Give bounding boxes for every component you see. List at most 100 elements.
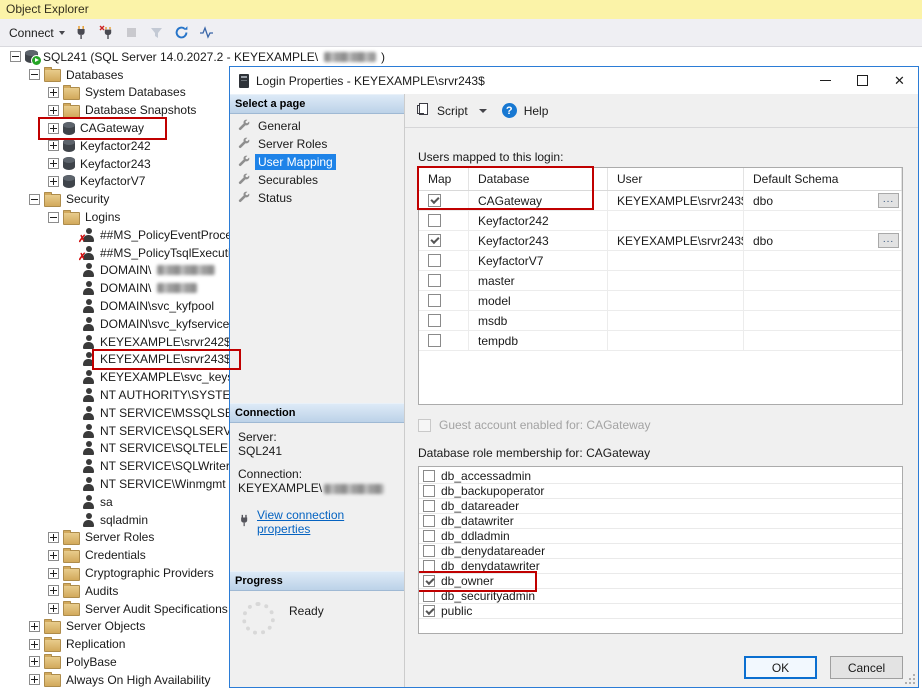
wrench-icon — [237, 154, 250, 170]
folder-icon — [63, 550, 80, 563]
map-checkbox[interactable] — [428, 194, 441, 207]
map-cell — [419, 291, 469, 310]
activity-monitor-icon[interactable] — [199, 25, 215, 41]
tree-item-label: sa — [99, 495, 113, 509]
tree-expander-plus-icon[interactable] — [48, 603, 59, 614]
tree-expander-plus-icon[interactable] — [48, 87, 59, 98]
page-item-label: Securables — [255, 172, 321, 188]
role-checkbox[interactable] — [423, 590, 435, 602]
red-x-icon: ✗ — [78, 235, 86, 245]
help-button[interactable]: Help — [524, 104, 549, 118]
default-schema-cell — [744, 251, 902, 270]
tree-expander-plus-icon[interactable] — [48, 550, 59, 561]
script-button[interactable]: Script — [437, 104, 468, 118]
view-connection-properties-link[interactable]: View connection properties — [257, 508, 400, 536]
tree-expander-minus-icon[interactable] — [48, 212, 59, 223]
tree-expander-plus-icon[interactable] — [29, 621, 40, 632]
disconnect-plug-icon[interactable] — [99, 25, 115, 41]
tree-expander-plus-icon[interactable] — [29, 674, 40, 685]
ok-button[interactable]: OK — [744, 656, 817, 679]
db-icon — [63, 157, 75, 170]
user-x-icon: ✗ — [82, 246, 95, 260]
cancel-button[interactable]: Cancel — [830, 656, 903, 679]
map-cell — [419, 331, 469, 350]
page-item-securables[interactable]: Securables — [230, 171, 404, 189]
role-checkbox[interactable] — [423, 470, 435, 482]
map-checkbox[interactable] — [428, 234, 441, 247]
map-checkbox[interactable] — [428, 314, 441, 327]
connect-plug-icon[interactable] — [74, 25, 90, 41]
folder-icon — [63, 603, 80, 616]
connect-button[interactable]: Connect — [9, 26, 65, 40]
dialog-titlebar[interactable]: Login Properties - KEYEXAMPLE\srvr243$ ✕ — [230, 67, 918, 94]
tree-expander-plus-icon[interactable] — [48, 158, 59, 169]
tree-item-sql241-sql-server-14-0-2027-2-keyexample[interactable]: SQL241 (SQL Server 14.0.2027.2 - KEYEXAM… — [0, 48, 922, 66]
close-button[interactable]: ✕ — [881, 67, 918, 94]
role-name: db_denydatareader — [441, 544, 545, 558]
role-checkbox[interactable] — [423, 605, 435, 617]
connection-properties-icon — [238, 514, 251, 530]
tree-expander-minus-icon[interactable] — [29, 194, 40, 205]
map-checkbox[interactable] — [428, 294, 441, 307]
tree-item-label: KEYEXAMPLE\srvr242$ — [99, 335, 231, 349]
page-item-server-roles[interactable]: Server Roles — [230, 135, 404, 153]
role-item-db-owner: db_owner — [419, 574, 902, 589]
tree-expander-plus-icon[interactable] — [48, 176, 59, 187]
minimize-button[interactable] — [807, 67, 844, 94]
tree-expander-plus-icon[interactable] — [48, 585, 59, 596]
role-checkbox[interactable] — [423, 545, 435, 557]
role-checkbox[interactable] — [423, 575, 435, 587]
map-checkbox[interactable] — [428, 254, 441, 267]
user-icon — [82, 299, 95, 313]
tree-item-label: NT SERVICE\SQLWriter — [99, 459, 230, 473]
tree-item-label: PolyBase — [65, 655, 117, 669]
role-checkbox[interactable] — [423, 500, 435, 512]
page-item-user-mapping[interactable]: User Mapping — [230, 153, 404, 171]
tree-expander-plus-icon[interactable] — [48, 568, 59, 579]
tree-item-label: KEYEXAMPLE\svc_keyse — [99, 370, 240, 384]
column-header-user: User — [608, 168, 744, 190]
user-icon — [82, 370, 95, 384]
column-header-database: Database — [469, 168, 608, 190]
tree-item-label: sqladmin — [99, 513, 148, 527]
role-name: db_datawriter — [441, 514, 514, 528]
role-item-public: public — [419, 604, 902, 619]
connection-label: Connection: — [238, 467, 400, 481]
tree-item-label: KEYEXAMPLE\srvr243$ — [99, 352, 231, 366]
page-item-status[interactable]: Status — [230, 189, 404, 207]
tree-expander-plus-icon[interactable] — [48, 105, 59, 116]
tree-expander-plus-icon[interactable] — [48, 140, 59, 151]
tree-expander-plus-icon[interactable] — [48, 123, 59, 134]
page-item-label: Status — [255, 190, 295, 206]
tree-expander-minus-icon[interactable] — [10, 51, 21, 62]
role-item-db-backupoperator: db_backupoperator — [419, 484, 902, 499]
browse-schema-button[interactable]: ... — [878, 233, 899, 248]
role-checkbox[interactable] — [423, 530, 435, 542]
map-checkbox[interactable] — [428, 274, 441, 287]
role-checkbox[interactable] — [423, 515, 435, 527]
role-item-db-ddladmin: db_ddladmin — [419, 529, 902, 544]
tree-item-label: DOMAIN\ — [99, 281, 151, 295]
page-item-general[interactable]: General — [230, 117, 404, 135]
tree-expander-plus-icon[interactable] — [29, 639, 40, 650]
tree-expander-plus-icon[interactable] — [48, 532, 59, 543]
user-cell — [608, 331, 744, 350]
map-checkbox[interactable] — [428, 214, 441, 227]
map-cell — [419, 191, 469, 210]
map-cell — [419, 311, 469, 330]
tree-expander-plus-icon[interactable] — [29, 656, 40, 667]
script-dropdown-caret[interactable] — [479, 109, 487, 113]
resize-grip[interactable] — [904, 673, 916, 685]
role-name: db_ddladmin — [441, 529, 510, 543]
browse-schema-button[interactable]: ... — [878, 193, 899, 208]
maximize-button[interactable] — [844, 67, 881, 94]
map-checkbox[interactable] — [428, 334, 441, 347]
default-schema-cell — [744, 311, 902, 330]
refresh-icon[interactable] — [174, 25, 190, 41]
default-schema-value: dbo — [753, 194, 773, 208]
role-checkbox[interactable] — [423, 560, 435, 572]
tree-expander-minus-icon[interactable] — [29, 69, 40, 80]
tree-item-label: DOMAIN\svc_kyfpool — [99, 299, 214, 313]
role-checkbox[interactable] — [423, 485, 435, 497]
user-icon — [82, 441, 95, 455]
